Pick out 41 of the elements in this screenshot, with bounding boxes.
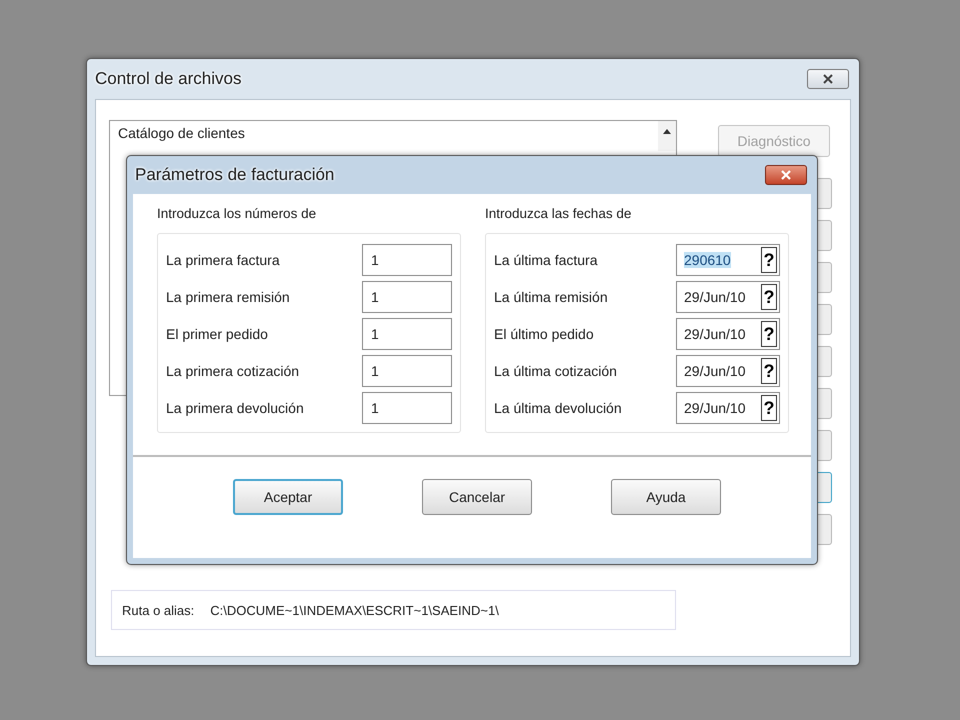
date-field[interactable]: 29/Jun/10 ?: [676, 281, 780, 313]
section-heading: Introduzca las fechas de: [485, 206, 632, 221]
help-button[interactable]: ?: [761, 358, 777, 384]
help-button[interactable]: ?: [761, 284, 777, 310]
field-label: La primera devolución: [166, 400, 304, 416]
help-button[interactable]: ?: [761, 247, 777, 273]
field-label: El primer pedido: [166, 326, 268, 342]
date-field[interactable]: 290610 ?: [676, 244, 780, 276]
close-button[interactable]: [765, 165, 807, 185]
close-icon: [821, 74, 835, 84]
help-button[interactable]: Ayuda: [611, 479, 721, 515]
field-label: La primera cotización: [166, 363, 300, 379]
dialog-title: Parámetros de facturación: [135, 165, 334, 185]
cancel-button[interactable]: Cancelar: [422, 479, 532, 515]
field-label: La última devolución: [494, 400, 622, 416]
number-field[interactable]: 1: [362, 392, 452, 424]
field-label: La primera remisión: [166, 289, 290, 305]
close-button[interactable]: [807, 69, 849, 89]
field-label: El último pedido: [494, 326, 594, 342]
number-field[interactable]: 1: [362, 281, 452, 313]
date-field[interactable]: 29/Jun/10 ?: [676, 318, 780, 350]
help-button[interactable]: ?: [761, 321, 777, 347]
close-icon: [779, 170, 793, 180]
date-field[interactable]: 29/Jun/10 ?: [676, 392, 780, 424]
window-title: Control de archivos: [95, 69, 242, 89]
number-field[interactable]: 1: [362, 318, 452, 350]
path-value: C:\DOCUME~1\INDEMAX\ESCRIT~1\SAEIND~1\: [210, 602, 499, 618]
date-field[interactable]: 29/Jun/10 ?: [676, 355, 780, 387]
field-label: La última remisión: [494, 289, 608, 305]
accept-button[interactable]: Aceptar: [233, 479, 343, 515]
field-label: La última factura: [494, 252, 598, 268]
number-field[interactable]: 1: [362, 244, 452, 276]
field-label: La primera factura: [166, 252, 280, 268]
scrollbar[interactable]: [658, 121, 676, 151]
list-item[interactable]: Catálogo de clientes: [118, 125, 245, 141]
help-button[interactable]: ?: [761, 395, 777, 421]
section-heading: Introduzca los números de: [157, 206, 318, 221]
up-arrow-icon: [662, 127, 672, 135]
number-field[interactable]: 1: [362, 355, 452, 387]
field-label: La última cotización: [494, 363, 617, 379]
path-label: Ruta o alias:: [122, 602, 194, 618]
